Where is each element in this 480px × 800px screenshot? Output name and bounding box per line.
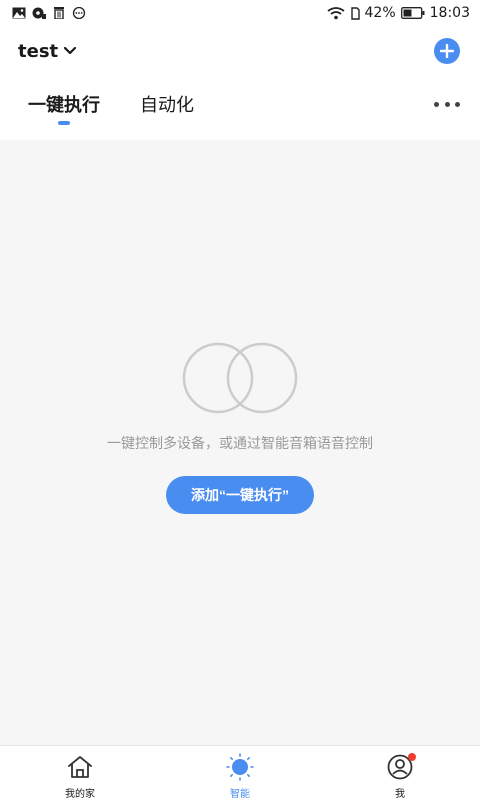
nav-item-me[interactable]: 我	[320, 746, 480, 800]
status-time: 18:03	[429, 5, 470, 21]
dot-icon	[455, 101, 460, 107]
gallery-icon	[12, 7, 26, 19]
notification-badge	[408, 753, 416, 761]
empty-state-rings-icon	[182, 342, 298, 414]
battery-icon	[400, 7, 425, 19]
status-left-icons	[12, 7, 86, 19]
nav-item-smart[interactable]: 智能	[160, 746, 320, 800]
more-icon	[72, 7, 86, 19]
tab-bar: 一键执行 自动化	[0, 76, 480, 140]
add-button[interactable]	[434, 38, 460, 64]
dot-icon	[444, 101, 450, 107]
tab-automation[interactable]: 自动化	[140, 91, 194, 131]
nav-item-home[interactable]: 我的家	[0, 746, 160, 800]
add-scene-button[interactable]: 添加“一键执行”	[166, 476, 314, 514]
tab-one-tap[interactable]: 一键执行	[28, 91, 100, 131]
nav-label: 我的家	[65, 789, 95, 800]
tab-indicator	[58, 121, 70, 125]
plus-icon	[440, 44, 454, 58]
status-bar: 42% 18:03	[0, 0, 480, 26]
header: test	[0, 26, 480, 76]
dot-icon	[434, 101, 439, 107]
nav-label: 我	[395, 789, 405, 800]
sim-icon	[350, 6, 360, 20]
status-right: 42% 18:03	[326, 5, 470, 21]
tab-label: 一键执行	[28, 95, 100, 116]
more-options-button[interactable]	[434, 98, 460, 110]
nav-label: 智能	[230, 789, 250, 800]
battery-percent: 42%	[364, 5, 396, 21]
trash-icon	[54, 7, 64, 19]
main-content: 一键控制多设备，或通过智能音箱语音控制 添加“一键执行”	[0, 140, 480, 745]
tab-label: 自动化	[140, 95, 194, 116]
bottom-nav: 我的家 智能 我	[0, 745, 480, 800]
music-icon	[32, 7, 46, 19]
wifi-icon	[326, 6, 345, 19]
profile-icon	[386, 753, 416, 781]
empty-state-message: 一键控制多设备，或通过智能音箱语音控制	[107, 436, 373, 452]
chevron-down-icon	[64, 47, 77, 55]
home-selector[interactable]: test	[18, 40, 77, 62]
home-icon	[66, 753, 94, 781]
sun-icon	[226, 753, 254, 781]
home-name: test	[18, 40, 59, 62]
